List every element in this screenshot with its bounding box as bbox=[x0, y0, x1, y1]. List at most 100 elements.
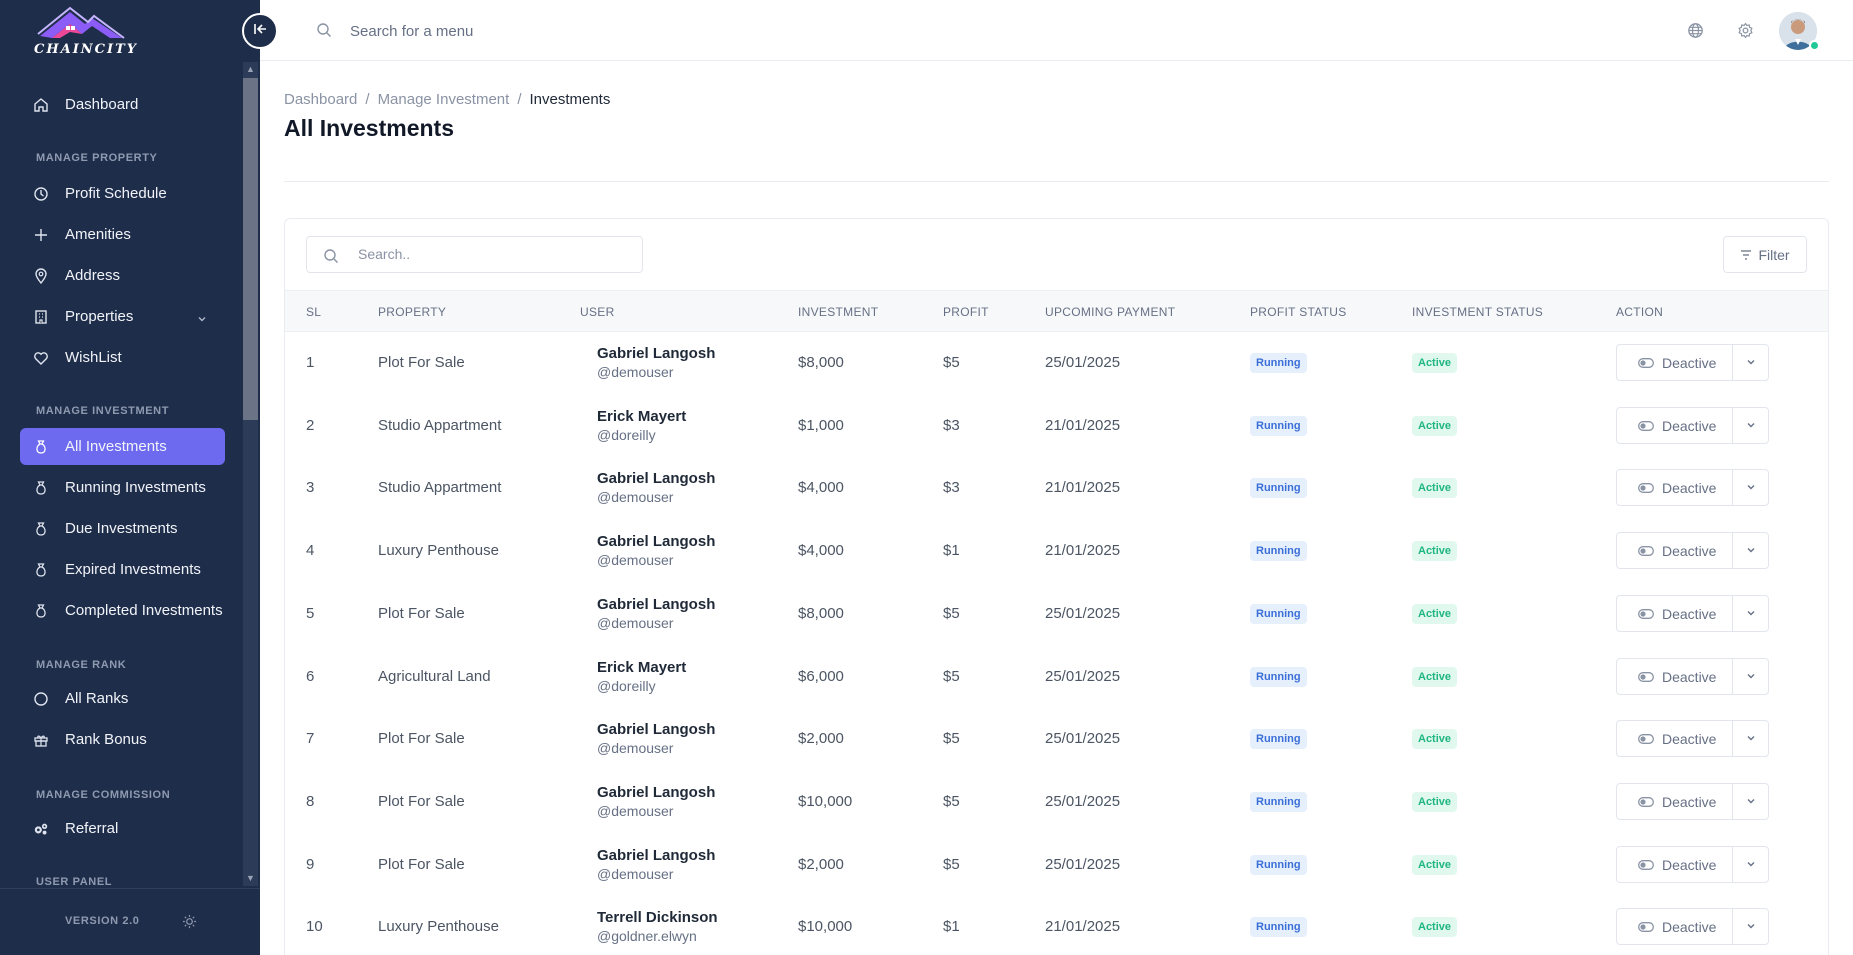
sidebar-collapse-button[interactable] bbox=[242, 13, 278, 49]
deactivate-button-label: Deactive bbox=[1662, 730, 1717, 747]
deactivate-button[interactable]: Deactive bbox=[1616, 407, 1733, 444]
scrollbar-thumb[interactable] bbox=[243, 78, 258, 420]
action-dropdown-button[interactable] bbox=[1732, 344, 1769, 381]
profit-status-badge: Running bbox=[1250, 729, 1307, 749]
deactivate-button-label: Deactive bbox=[1662, 668, 1717, 685]
table-search-input[interactable] bbox=[358, 246, 628, 262]
table-search-box[interactable] bbox=[306, 236, 643, 273]
deactivate-button[interactable]: Deactive bbox=[1616, 720, 1733, 757]
cell-upcoming-payment: 25/01/2025 bbox=[1045, 605, 1121, 622]
action-dropdown-button[interactable] bbox=[1732, 720, 1769, 757]
breadcrumb-dashboard[interactable]: Dashboard bbox=[284, 91, 357, 108]
investment-status-badge: Active bbox=[1412, 667, 1458, 687]
cell-user: Gabriel Langosh @demouser bbox=[597, 784, 715, 819]
sidebar-item-all-ranks[interactable]: All Ranks bbox=[20, 680, 225, 717]
sidebar-item-referral[interactable]: Referral bbox=[20, 810, 225, 847]
chevron-down-icon bbox=[1746, 918, 1756, 936]
collapse-arrow-icon bbox=[253, 22, 267, 40]
deactivate-button[interactable]: Deactive bbox=[1616, 908, 1733, 945]
action-dropdown-button[interactable] bbox=[1732, 908, 1769, 945]
breadcrumb-separator: / bbox=[365, 91, 370, 108]
user-name[interactable]: Gabriel Langosh bbox=[597, 533, 715, 550]
cell-profit: $5 bbox=[943, 856, 960, 873]
cell-upcoming-payment: 21/01/2025 bbox=[1045, 542, 1121, 559]
scroll-down-arrow-icon[interactable]: ▼ bbox=[246, 874, 255, 883]
globe-icon[interactable] bbox=[1687, 22, 1704, 44]
action-dropdown-button[interactable] bbox=[1732, 595, 1769, 632]
cell-profit: $5 bbox=[943, 668, 960, 685]
sidebar-item-rank-bonus[interactable]: Rank Bonus bbox=[20, 721, 225, 758]
user-name[interactable]: Erick Mayert bbox=[597, 408, 686, 425]
deactivate-button[interactable]: Deactive bbox=[1616, 658, 1733, 695]
user-name[interactable]: Gabriel Langosh bbox=[597, 345, 715, 362]
breadcrumb-current: Investments bbox=[529, 91, 611, 108]
deactivate-button[interactable]: Deactive bbox=[1616, 595, 1733, 632]
sidebar-item-wishlist[interactable]: WishList bbox=[20, 339, 225, 376]
user-name[interactable]: Gabriel Langosh bbox=[597, 721, 715, 738]
column-header-investment-status: INVESTMENT STATUS bbox=[1412, 305, 1544, 319]
chevron-down-icon bbox=[1746, 605, 1756, 623]
action-dropdown-button[interactable] bbox=[1732, 658, 1769, 695]
deactivate-button[interactable]: Deactive bbox=[1616, 783, 1733, 820]
sidebar-item-profit-schedule[interactable]: Profit Schedule bbox=[20, 175, 225, 212]
toggle-icon bbox=[1638, 480, 1662, 496]
investment-status-badge: Active bbox=[1412, 604, 1458, 624]
user-name[interactable]: Terrell Dickinson bbox=[597, 909, 718, 926]
sidebar-item-expired-investments[interactable]: Expired Investments bbox=[20, 551, 225, 588]
chaincity-logo[interactable]: CHAINCITY bbox=[30, 4, 136, 58]
deactivate-button[interactable]: Deactive bbox=[1616, 532, 1733, 569]
user-name[interactable]: Gabriel Langosh bbox=[597, 784, 715, 801]
cell-user: Gabriel Langosh @demouser bbox=[597, 470, 715, 505]
action-dropdown-button[interactable] bbox=[1732, 783, 1769, 820]
cell-sl: 6 bbox=[306, 668, 315, 685]
sidebar-item-label: Completed Investments bbox=[65, 602, 223, 619]
investment-status-badge: Active bbox=[1412, 541, 1458, 561]
action-dropdown-button[interactable] bbox=[1732, 532, 1769, 569]
cell-profit: $1 bbox=[943, 918, 960, 935]
sidebar-item-label: All Ranks bbox=[65, 690, 129, 707]
sidebar-item-properties[interactable]: Properties bbox=[20, 298, 225, 335]
user-handle: @demouser bbox=[597, 489, 674, 505]
toggle-icon bbox=[1638, 543, 1662, 559]
cell-property: Plot For Sale bbox=[378, 856, 465, 873]
user-name[interactable]: Gabriel Langosh bbox=[597, 596, 715, 613]
sidebar-scrollbar[interactable]: ▲ ▼ bbox=[243, 62, 258, 886]
deactivate-button[interactable]: Deactive bbox=[1616, 344, 1733, 381]
user-name[interactable]: Gabriel Langosh bbox=[597, 470, 715, 487]
scroll-up-arrow-icon[interactable]: ▲ bbox=[246, 65, 255, 74]
investments-card: Filter SL PROPERTY USER INVESTMENT PROFI… bbox=[284, 218, 1829, 955]
section-title-manage-investment: MANAGE INVESTMENT bbox=[36, 405, 170, 417]
toggle-icon bbox=[1638, 857, 1662, 873]
menu-search-input[interactable] bbox=[350, 18, 750, 44]
breadcrumb-manage-investment[interactable]: Manage Investment bbox=[378, 91, 510, 108]
deactivate-button[interactable]: Deactive bbox=[1616, 846, 1733, 883]
profit-status-badge: Running bbox=[1250, 667, 1307, 687]
sidebar-item-dashboard[interactable]: Dashboard bbox=[20, 86, 225, 123]
gear-icon[interactable] bbox=[1737, 22, 1754, 44]
table-row: 4 Luxury Penthouse Gabriel Langosh @demouse… bbox=[285, 520, 1828, 583]
sidebar-item-running-investments[interactable]: Running Investments bbox=[20, 469, 225, 506]
cell-property: Luxury Penthouse bbox=[378, 542, 499, 559]
breadcrumb: Dashboard / Manage Investment / Investments bbox=[284, 91, 610, 108]
toggle-icon bbox=[1638, 669, 1662, 685]
sidebar: CHAINCITY Dashboard MANAGE PROPERTY Prof… bbox=[0, 0, 260, 955]
sidebar-item-label: Running Investments bbox=[65, 479, 206, 496]
filter-button[interactable]: Filter bbox=[1723, 236, 1807, 273]
deactivate-button[interactable]: Deactive bbox=[1616, 469, 1733, 506]
sidebar-item-amenities[interactable]: Amenities bbox=[20, 216, 225, 253]
sun-icon[interactable] bbox=[182, 914, 197, 934]
sidebar-item-all-investments[interactable]: All Investments bbox=[20, 428, 225, 465]
sidebar-item-due-investments[interactable]: Due Investments bbox=[20, 510, 225, 547]
user-handle: @doreilly bbox=[597, 427, 656, 443]
sidebar-item-completed-investments[interactable]: Completed Investments bbox=[20, 592, 225, 629]
user-name[interactable]: Erick Mayert bbox=[597, 659, 686, 676]
money-bag-icon bbox=[33, 562, 49, 578]
sidebar-item-address[interactable]: Address bbox=[20, 257, 225, 294]
action-dropdown-button[interactable] bbox=[1732, 469, 1769, 506]
user-name[interactable]: Gabriel Langosh bbox=[597, 847, 715, 864]
action-dropdown-button[interactable] bbox=[1732, 846, 1769, 883]
circle-icon bbox=[33, 691, 49, 707]
building-icon bbox=[33, 309, 49, 325]
action-dropdown-button[interactable] bbox=[1732, 407, 1769, 444]
map-pin-icon bbox=[33, 267, 49, 284]
